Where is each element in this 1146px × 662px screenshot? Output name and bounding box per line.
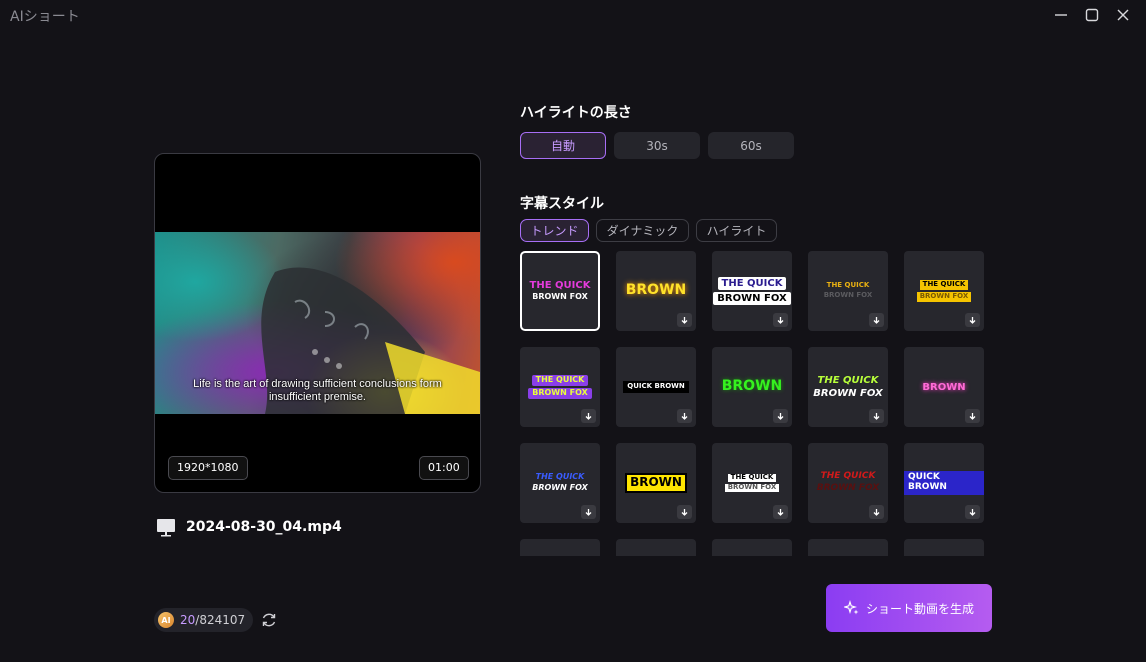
download-icon[interactable] — [581, 505, 596, 519]
close-icon — [1117, 9, 1129, 21]
style-preview-line: THE QUICK — [820, 471, 876, 482]
credits-used: 20 — [180, 613, 196, 627]
subtitle-style-tile[interactable]: THE QUICK BROWN FOX — [712, 443, 792, 523]
subtitle-style-tile[interactable]: BROWN — [712, 347, 792, 427]
style-preview-line: BROWN FOX — [528, 388, 592, 399]
video-preview[interactable]: Life is the art of drawing sufficient co… — [154, 153, 481, 493]
style-preview-line: BROWN FOX — [532, 483, 588, 492]
download-icon[interactable] — [965, 505, 980, 519]
minimize-icon — [1055, 14, 1067, 16]
download-icon[interactable] — [677, 313, 692, 327]
resolution-badge: 1920*1080 — [168, 456, 248, 480]
download-icon[interactable] — [965, 313, 980, 327]
subtitle-style-tile[interactable] — [712, 539, 792, 556]
subtitle-overlay: Life is the art of drawing sufficient co… — [155, 378, 480, 404]
tab-trend[interactable]: トレンド — [520, 219, 589, 242]
subtitle-style-tile[interactable]: THE QUICK BROWN FOX — [712, 251, 792, 331]
monitor-icon — [157, 519, 175, 537]
sparkle-icon — [843, 600, 859, 615]
style-preview-line: THE QUICK — [919, 280, 969, 290]
tab-highlight[interactable]: ハイライト — [696, 219, 777, 242]
subtitle-style-tile[interactable]: BROWN — [904, 347, 984, 427]
style-preview-line: THE QUICK — [826, 281, 870, 290]
download-icon[interactable] — [869, 505, 884, 519]
maximize-button[interactable] — [1080, 4, 1104, 26]
style-preview-line: BROWN FOX — [813, 388, 883, 399]
style-preview-line: BROWN — [625, 282, 687, 299]
generate-button-label: ショート動画を生成 — [865, 601, 974, 616]
style-preview-line: BROWN FOX — [823, 291, 873, 299]
credits-total: /824107 — [195, 613, 246, 627]
download-icon[interactable] — [677, 505, 692, 519]
style-preview-line: THE QUICK — [817, 375, 879, 386]
subtitle-style-tile[interactable] — [520, 539, 600, 556]
length-option-auto[interactable]: 自動 — [520, 132, 606, 159]
style-preview-line: BROWN FOX — [532, 292, 588, 302]
subtitle-style-tile[interactable]: QUICK BROWN — [616, 347, 696, 427]
ai-coin-icon: AI — [158, 612, 174, 628]
download-icon[interactable] — [869, 313, 884, 327]
style-preview-line: QUICK BROWN — [623, 381, 689, 393]
subtitle-line: insufficient premise. — [268, 391, 366, 403]
subtitle-style-tile[interactable]: THE QUICK BROWN FOX — [904, 251, 984, 331]
style-preview-line: THE QUICK — [727, 474, 777, 482]
download-icon[interactable] — [773, 505, 788, 519]
subtitle-line: Life is the art of drawing sufficient co… — [193, 378, 442, 390]
style-preview-line: THE QUICK — [529, 280, 591, 292]
maximize-icon — [1085, 8, 1099, 22]
refresh-credits-button[interactable] — [260, 611, 278, 633]
video-frame: Life is the art of drawing sufficient co… — [155, 232, 480, 414]
style-preview-line: THE QUICK — [717, 277, 787, 290]
length-option-60s[interactable]: 60s — [708, 132, 794, 159]
subtitle-style-title: 字幕スタイル — [520, 196, 604, 212]
subtitle-style-tile[interactable]: THE QUICK BROWN FOX — [520, 251, 600, 331]
download-icon[interactable] — [677, 409, 692, 423]
subtitle-style-tile[interactable]: BROWN — [616, 443, 696, 523]
subtitle-style-tile[interactable]: THE QUICK BROWN FOX — [520, 443, 600, 523]
download-icon[interactable] — [869, 409, 884, 423]
style-preview-line: BROWN FOX — [713, 292, 791, 305]
style-preview-line: THE QUICK — [535, 472, 585, 482]
file-name: 2024-08-30_04.mp4 — [186, 519, 342, 535]
highlight-length-title: ハイライトの長さ — [520, 105, 632, 121]
subtitle-style-tile[interactable]: THE QUICK BROWN FOX — [808, 443, 888, 523]
subtitle-style-tile[interactable] — [616, 539, 696, 556]
style-preview-line: BROWN — [721, 378, 783, 395]
subtitle-style-tile[interactable]: THE QUICK BROWN FOX — [520, 347, 600, 427]
subtitle-style-tile[interactable]: QUICK BROWN — [904, 443, 984, 523]
subtitle-style-tile[interactable]: BROWN — [616, 251, 696, 331]
download-icon[interactable] — [773, 313, 788, 327]
generate-short-button[interactable]: ショート動画を生成 — [826, 584, 992, 632]
download-icon[interactable] — [581, 409, 596, 423]
subtitle-style-tile[interactable]: THE QUICK BROWN FOX — [808, 251, 888, 331]
download-icon[interactable] — [965, 409, 980, 423]
subtitle-style-tile[interactable] — [808, 539, 888, 556]
credits-display: AI 20/824107 — [154, 608, 254, 632]
style-preview-line: BROWN — [922, 381, 966, 393]
minimize-button[interactable] — [1049, 4, 1073, 26]
close-button[interactable] — [1111, 4, 1135, 26]
subtitle-style-tile[interactable]: THE QUICK BROWN FOX — [808, 347, 888, 427]
length-option-30s[interactable]: 30s — [614, 132, 700, 159]
style-preview-line: BROWN FOX — [724, 483, 780, 492]
style-preview-line: BROWN FOX — [916, 292, 972, 302]
file-info: 2024-08-30_04.mp4 — [156, 517, 342, 537]
refresh-icon — [262, 613, 276, 627]
style-preview-line: QUICK BROWN — [904, 471, 984, 495]
app-title: AIショート — [10, 9, 80, 25]
duration-badge: 01:00 — [419, 456, 469, 480]
download-icon[interactable] — [773, 409, 788, 423]
style-preview-line: BROWN — [625, 473, 687, 493]
style-preview-line: THE QUICK — [531, 375, 589, 386]
style-preview-line: BROWN FOX — [816, 483, 880, 493]
subtitle-style-tile[interactable] — [904, 539, 984, 556]
subtitle-style-grid: THE QUICK BROWN FOX BROWN THE QUICK BROWN FO… — [520, 251, 990, 556]
style-preview: THE QUICK BROWN FOX — [522, 253, 598, 329]
tab-dynamic[interactable]: ダイナミック — [596, 219, 689, 242]
